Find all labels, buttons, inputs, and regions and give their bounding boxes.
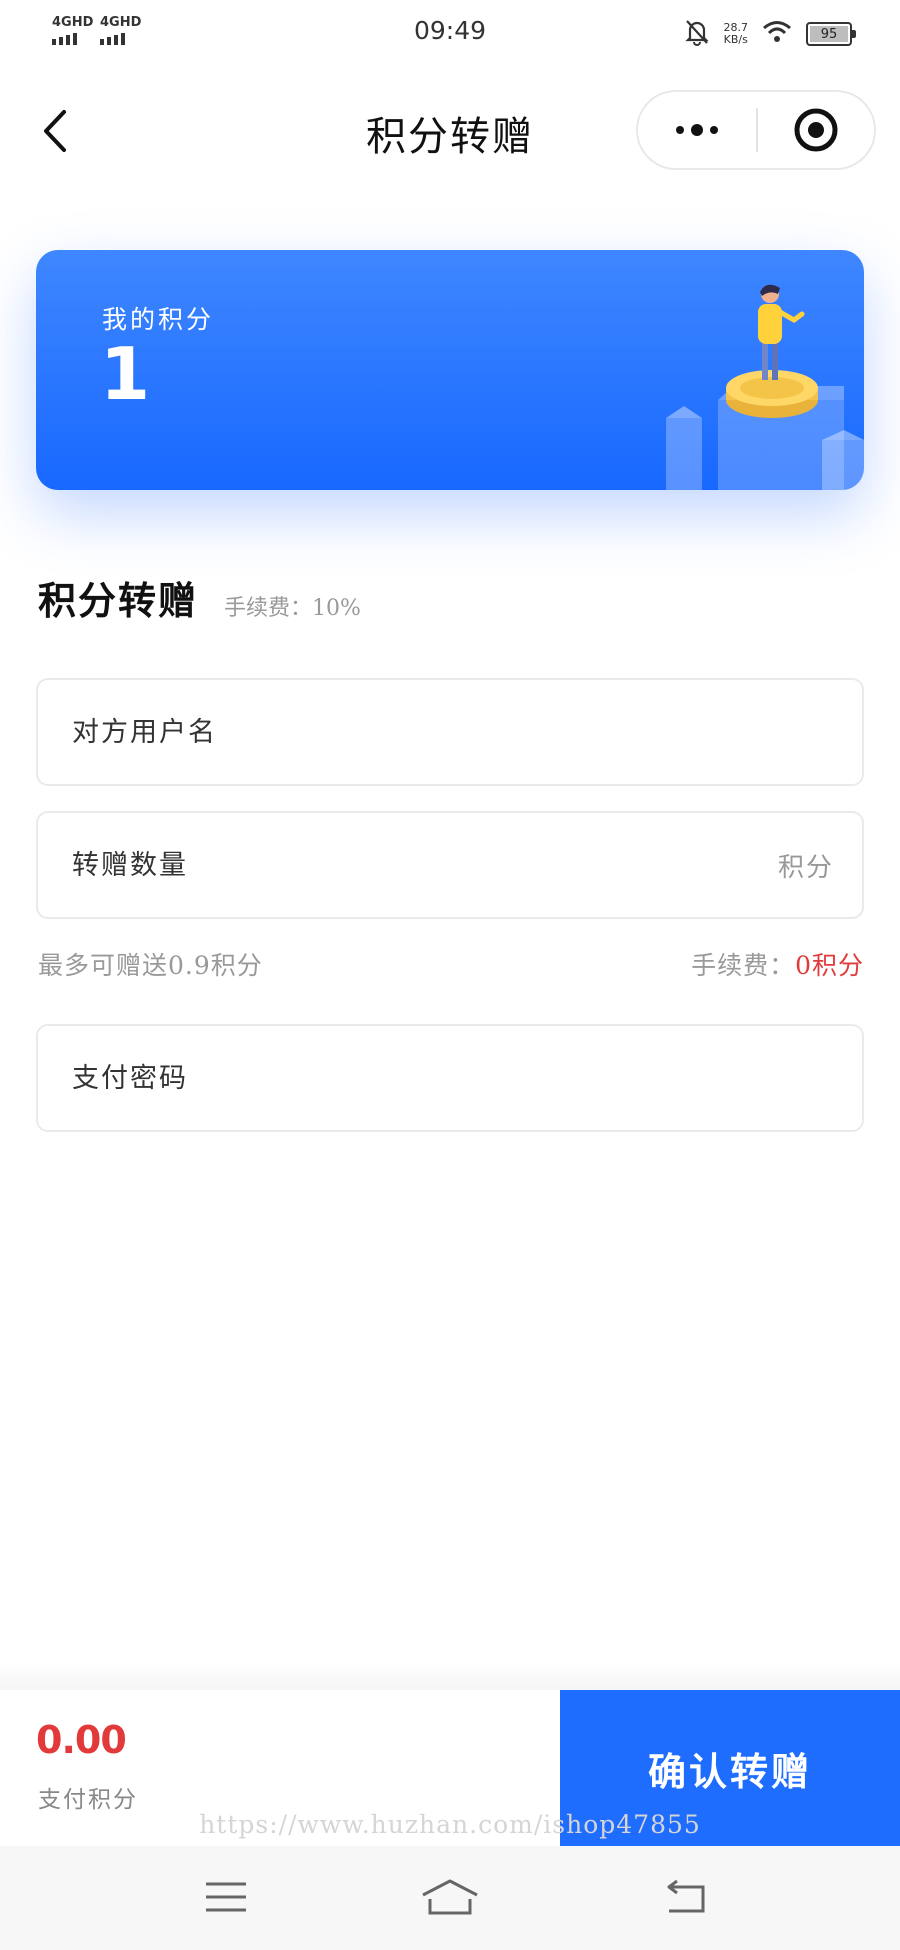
- system-home-button[interactable]: [420, 1872, 480, 1922]
- points-value: 1: [100, 332, 151, 416]
- amount-field: 积分: [36, 811, 864, 919]
- pay-amount: 0.00: [36, 1718, 127, 1762]
- battery-level: 95: [820, 26, 838, 42]
- more-dots-icon: [676, 124, 718, 136]
- password-input[interactable]: [72, 1026, 712, 1130]
- fee-hint-label: 手续费：: [691, 951, 796, 980]
- bottom-bar-shadow: [0, 1660, 900, 1690]
- wifi-icon: [762, 20, 792, 48]
- watermark-text: https://www.huzhan.com/ishop47855: [199, 1810, 701, 1839]
- username-field: [36, 678, 864, 786]
- system-nav-bar: [0, 1846, 900, 1950]
- menu-icon: [206, 1882, 246, 1912]
- target-icon: [794, 108, 838, 152]
- max-amount-hint: 最多可赠送0.9积分: [38, 951, 263, 980]
- bell-off-icon: [684, 18, 710, 50]
- points-card: 我的积分 1: [36, 250, 864, 490]
- miniprogram-capsule: [636, 90, 876, 170]
- pay-amount-label: 支付积分: [38, 1787, 138, 1813]
- fee-hint-value: 0积分: [795, 951, 864, 980]
- points-label: 我的积分: [102, 305, 215, 334]
- close-miniprogram-button[interactable]: [758, 92, 874, 168]
- username-input[interactable]: [72, 680, 712, 784]
- system-menu-button[interactable]: [196, 1872, 256, 1922]
- status-right-group: 28.7 KB/s 95: [684, 18, 856, 50]
- system-back-button[interactable]: [656, 1872, 716, 1922]
- home-icon: [422, 1879, 478, 1915]
- status-bar: 4GHD 4GHD 09:49 28.7 KB/s 95: [0, 0, 900, 66]
- battery-icon: 95: [806, 22, 856, 46]
- section-fee-rate: 手续费：10%: [224, 596, 361, 621]
- section-title: 积分转赠: [38, 578, 199, 623]
- amount-unit-label: 积分: [777, 853, 834, 883]
- more-button[interactable]: [638, 92, 756, 168]
- return-icon: [667, 1879, 705, 1913]
- speed-unit: KB/s: [723, 33, 748, 46]
- amount-input[interactable]: [72, 813, 712, 917]
- fee-hint: 手续费：0积分: [691, 946, 864, 982]
- nav-bar: 积分转赠: [0, 86, 900, 176]
- password-field: [36, 1024, 864, 1132]
- network-speed: 28.7 KB/s: [724, 22, 749, 46]
- person-on-coin-illustration: [666, 284, 864, 490]
